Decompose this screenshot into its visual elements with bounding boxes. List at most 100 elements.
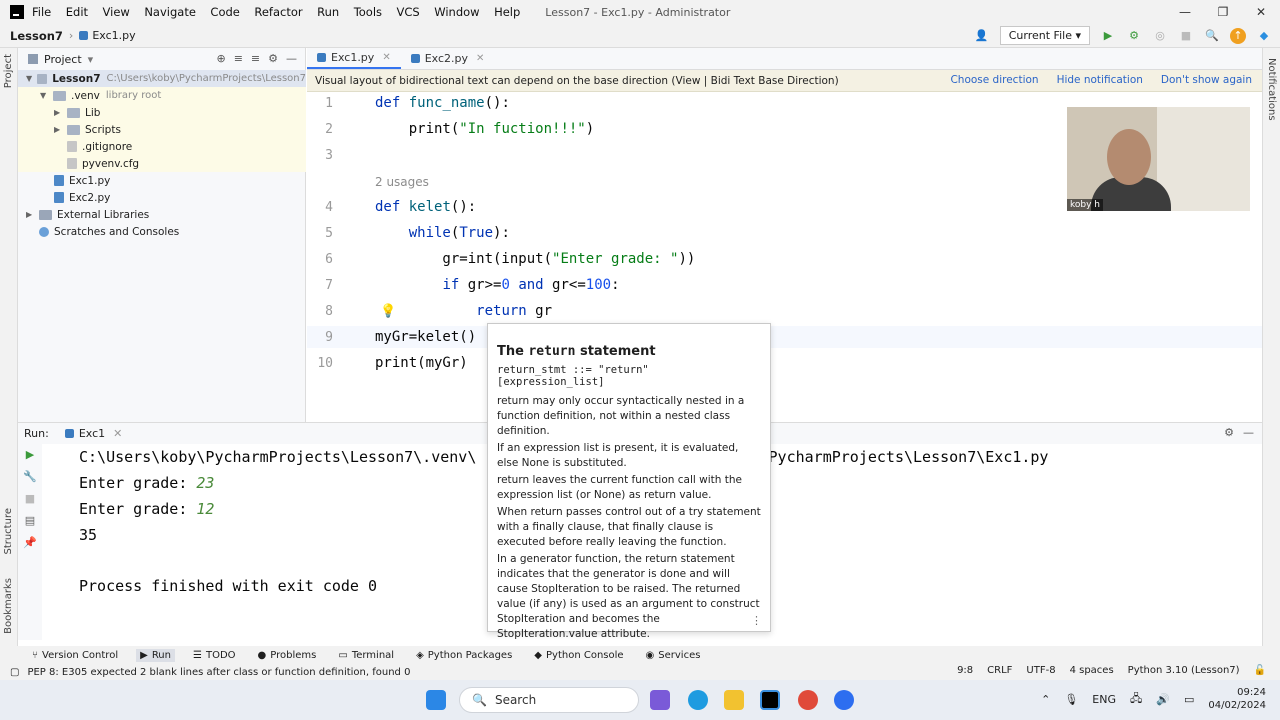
debug-icon[interactable]: ⚙: [1126, 28, 1142, 44]
project-tool-label[interactable]: Project: [3, 54, 14, 88]
volume-icon[interactable]: 🔊: [1156, 693, 1170, 706]
tool-tab-todo[interactable]: ☰ TODO: [189, 649, 240, 662]
tool-tab-problems[interactable]: ● Problems: [254, 649, 321, 662]
menu-file[interactable]: File: [32, 5, 51, 19]
menu-help[interactable]: Help: [494, 5, 520, 19]
menu-view[interactable]: View: [103, 5, 130, 19]
tool-tab-version-control[interactable]: ⑂ Version Control: [28, 649, 122, 662]
tool-tab-terminal[interactable]: ▭ Terminal: [334, 649, 398, 662]
network-icon[interactable]: 🖧: [1130, 690, 1142, 709]
project-panel-title[interactable]: Project: [44, 53, 82, 66]
windows-start-icon[interactable]: [426, 690, 446, 710]
menu-navigate[interactable]: Navigate: [144, 5, 196, 19]
expand-all-icon[interactable]: ≡: [234, 52, 243, 65]
structure-tool-label[interactable]: Structure: [3, 508, 14, 555]
clock[interactable]: 09:24 04/02/2024: [1208, 686, 1266, 712]
more-options-icon[interactable]: ⋮: [751, 614, 762, 627]
menu-window[interactable]: Window: [434, 5, 479, 19]
usages-hint[interactable]: 2 usages: [375, 175, 429, 189]
maximize-button[interactable]: ❐: [1204, 0, 1242, 24]
tab-exc1[interactable]: Exc1.py ✕: [307, 47, 401, 69]
run-icon[interactable]: ▶: [1100, 28, 1116, 44]
hide-panel-icon[interactable]: —: [1243, 426, 1254, 439]
file-explorer-icon[interactable]: [724, 690, 744, 710]
copilot-icon[interactable]: [650, 690, 670, 710]
cursor-position[interactable]: 9:8: [957, 665, 973, 676]
tab-exc2[interactable]: Exc2.py ✕: [401, 47, 495, 69]
webcam-overlay: koby h: [1067, 107, 1250, 211]
microphone-icon[interactable]: 🎙: [1064, 693, 1078, 706]
python-interpreter[interactable]: Python 3.10 (Lesson7): [1128, 665, 1240, 676]
run-tab-exc1[interactable]: Exc1: [79, 427, 105, 440]
language-indicator[interactable]: ENG: [1092, 693, 1116, 706]
hide-notification-link[interactable]: Hide notification: [1057, 74, 1143, 86]
quick-documentation-popup[interactable]: The return statement return_stmt ::= "re…: [487, 323, 771, 640]
run-configuration-select[interactable]: Current File ▾: [999, 26, 1090, 45]
locate-icon[interactable]: ⊕: [216, 52, 225, 65]
edge-icon[interactable]: [688, 690, 708, 710]
tree-item-label: Lesson7: [52, 72, 101, 85]
console-line-prompt-2: Enter grade: 12: [79, 500, 214, 518]
tree-item-exc2[interactable]: Exc2.py: [18, 189, 306, 206]
tree-item-lesson7[interactable]: ▼ Lesson7 C:\Users\koby\PycharmProjects\…: [18, 70, 306, 87]
jetbrains-logo-icon[interactable]: ◆: [1256, 28, 1272, 44]
breadcrumb-file[interactable]: Exc1.py: [92, 29, 135, 42]
tool-tab-python-console[interactable]: ◆ Python Console: [530, 649, 627, 662]
search-icon[interactable]: 🔍: [1204, 28, 1220, 44]
hide-panel-icon[interactable]: —: [286, 52, 297, 65]
menu-run[interactable]: Run: [317, 5, 339, 19]
close-icon[interactable]: ✕: [476, 53, 484, 64]
menu-edit[interactable]: Edit: [66, 5, 88, 19]
menu-tools[interactable]: Tools: [354, 5, 382, 19]
chrome-icon[interactable]: [798, 690, 818, 710]
close-icon[interactable]: ✕: [113, 427, 122, 440]
line-number: 1: [325, 96, 333, 111]
user-icon[interactable]: 👤: [974, 28, 990, 44]
choose-direction-link[interactable]: Choose direction: [950, 74, 1038, 86]
layout-icon[interactable]: ▤: [18, 510, 42, 532]
minimize-button[interactable]: —: [1166, 0, 1204, 24]
pin-icon[interactable]: 📌: [18, 532, 42, 554]
dont-show-again-link[interactable]: Don't show again: [1161, 74, 1252, 86]
file-encoding[interactable]: UTF-8: [1026, 665, 1055, 676]
notifications-tool-label[interactable]: Notifications: [1266, 58, 1277, 121]
tool-tab-python-packages[interactable]: ◈ Python Packages: [412, 649, 516, 662]
battery-icon[interactable]: ▭: [1184, 693, 1194, 706]
menu-vcs[interactable]: VCS: [397, 5, 420, 19]
close-icon[interactable]: ✕: [382, 52, 390, 63]
lock-icon[interactable]: 🔓: [1254, 665, 1266, 676]
coverage-icon[interactable]: ◎: [1152, 28, 1168, 44]
settings-gear-icon[interactable]: ⚙: [268, 52, 278, 65]
tree-item-external-libraries[interactable]: ▶ External Libraries: [18, 206, 306, 223]
bookmarks-tool-label[interactable]: Bookmarks: [3, 578, 14, 634]
lightbulb-icon[interactable]: 💡: [380, 304, 396, 319]
stop-icon[interactable]: ■: [18, 488, 42, 510]
settings-gear-icon[interactable]: ⚙: [1224, 426, 1234, 439]
taskbar-search[interactable]: 🔍 Search: [459, 687, 639, 713]
menu-refactor[interactable]: Refactor: [254, 5, 302, 19]
chevron-up-icon[interactable]: ⌃: [1041, 693, 1050, 706]
line-separator[interactable]: CRLF: [987, 665, 1012, 676]
chevron-down-icon[interactable]: ▾: [88, 53, 94, 66]
close-window-button[interactable]: ✕: [1242, 0, 1280, 24]
menu-code[interactable]: Code: [210, 5, 239, 19]
tree-item-venv[interactable]: ▼ .venv library root: [18, 87, 306, 104]
tree-item-scripts[interactable]: ▶ Scripts: [18, 121, 306, 138]
collapse-all-icon[interactable]: ≡: [251, 52, 260, 65]
tree-item-exc1[interactable]: Exc1.py: [18, 172, 306, 189]
tree-item-pyvenv-cfg[interactable]: pyvenv.cfg: [18, 155, 306, 172]
zoom-icon[interactable]: [834, 690, 854, 710]
update-icon[interactable]: ↑: [1230, 27, 1246, 44]
stop-icon[interactable]: ■: [1178, 28, 1194, 44]
status-message[interactable]: PEP 8: E305 expected 2 blank lines after…: [27, 667, 410, 678]
tree-item-gitignore[interactable]: .gitignore: [18, 138, 306, 155]
tree-item-lib[interactable]: ▶ Lib: [18, 104, 306, 121]
tree-item-scratches[interactable]: Scratches and Consoles: [18, 223, 306, 240]
breadcrumb-project[interactable]: Lesson7: [10, 29, 63, 43]
pycharm-taskbar-icon[interactable]: [760, 690, 780, 710]
indent-setting[interactable]: 4 spaces: [1070, 665, 1114, 676]
tool-tab-run[interactable]: ▶ Run: [136, 648, 175, 662]
wrench-icon[interactable]: 🔧: [18, 466, 42, 488]
rerun-icon[interactable]: ▶: [18, 444, 42, 466]
tool-tab-services[interactable]: ◉ Services: [642, 649, 705, 662]
